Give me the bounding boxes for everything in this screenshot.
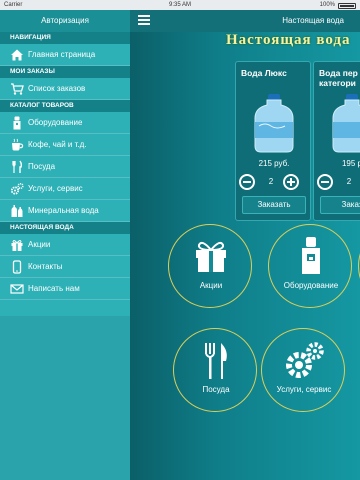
water-bottle-icon bbox=[332, 94, 360, 153]
main-panel: Настоящая вода Настоящая вода Вода Люкс … bbox=[130, 10, 360, 480]
page-title: Настоящая вода bbox=[282, 16, 344, 25]
water-cooler-icon bbox=[10, 116, 24, 130]
tile-equipment[interactable]: Оборудование bbox=[268, 224, 352, 308]
sidebar-item-label: Список заказов bbox=[28, 84, 86, 93]
battery-status: 100% bbox=[320, 0, 356, 10]
sidebar-item-label: Написать нам bbox=[28, 284, 80, 293]
tile-dishes[interactable]: Посуда bbox=[173, 328, 257, 412]
product-card[interactable]: Вода пер категори 195 р 2 Заказ bbox=[313, 61, 360, 221]
order-button[interactable]: Заказ bbox=[320, 196, 360, 214]
sidebar-item-dishes[interactable]: Посуда bbox=[0, 156, 130, 178]
product-name: Вода пер категори bbox=[319, 68, 358, 88]
tile-promos[interactable]: Акции bbox=[168, 224, 252, 308]
sidebar-item-label: Главная страница bbox=[28, 50, 96, 59]
sidebar-item-label: Контакты bbox=[28, 262, 63, 271]
order-button[interactable]: Заказать bbox=[242, 196, 306, 214]
product-name: Вода Люкс bbox=[241, 68, 287, 78]
minus-icon[interactable] bbox=[317, 174, 333, 190]
sidebar-item-services[interactable]: Услуги, сервис bbox=[0, 178, 130, 200]
product-price: 215 руб. bbox=[258, 159, 290, 168]
main-navbar: Настоящая вода bbox=[130, 10, 360, 32]
tile-label: Услуги, сервис bbox=[276, 385, 332, 394]
water-bottle-icon bbox=[254, 94, 294, 153]
sidebar-item-mineral[interactable]: Минеральная вода bbox=[0, 200, 130, 222]
gears-icon bbox=[262, 341, 346, 386]
home-icon bbox=[10, 48, 24, 62]
quantity-stepper: 2 bbox=[314, 174, 360, 192]
sidebar-item-orders[interactable]: Список заказов bbox=[0, 78, 130, 100]
sidebar-item-label: Минеральная вода bbox=[28, 206, 99, 215]
battery-percent: 100% bbox=[319, 2, 335, 8]
gift-icon bbox=[169, 237, 253, 278]
section-catalog: КАТАЛОГ ТОВАРОВ bbox=[0, 100, 130, 112]
section-company: НАСТОЯЩАЯ ВОДА bbox=[0, 222, 130, 234]
sidebar-item-label: Оборудование bbox=[28, 118, 83, 127]
sidebar-item-coffee[interactable]: Кофе, чай и т.д. bbox=[0, 134, 130, 156]
section-navigation: НАВИГАЦИЯ bbox=[0, 32, 130, 44]
sidebar: Авторизация НАВИГАЦИЯ Главная страница М… bbox=[0, 10, 130, 480]
product-card[interactable]: Вода Люкс 215 руб. 2 Заказать bbox=[235, 61, 311, 221]
tile-label: Оборудование bbox=[283, 281, 339, 290]
sidebar-item-label: Акции bbox=[28, 240, 51, 249]
sidebar-item-write[interactable]: Написать нам bbox=[0, 278, 130, 300]
phone-icon bbox=[10, 259, 24, 274]
bottles-icon bbox=[10, 204, 24, 218]
tile-label: Посуда bbox=[202, 385, 230, 394]
gift-icon bbox=[10, 238, 24, 252]
gears-icon bbox=[10, 182, 24, 196]
cart-icon bbox=[10, 82, 24, 96]
coffee-cup-icon bbox=[10, 138, 24, 152]
status-bar: Carrier 9:35 AM 100% bbox=[0, 0, 360, 10]
brand-logo: Настоящая вода bbox=[226, 32, 351, 48]
product-price: 195 р bbox=[341, 159, 360, 168]
sidebar-item-contacts[interactable]: Контакты bbox=[0, 256, 130, 278]
sidebar-item-equipment[interactable]: Оборудование bbox=[0, 112, 130, 134]
quantity-value: 2 bbox=[346, 177, 352, 186]
tile-label: Акции bbox=[199, 281, 223, 290]
sidebar-item-promos[interactable]: Акции bbox=[0, 234, 130, 256]
sidebar-item-label: Услуги, сервис bbox=[28, 184, 83, 193]
fork-knife-icon bbox=[10, 160, 24, 174]
quantity-stepper: 2 bbox=[236, 174, 312, 192]
envelope-icon bbox=[10, 282, 24, 296]
minus-icon[interactable] bbox=[239, 174, 255, 190]
sidebar-empty-area bbox=[0, 316, 130, 480]
water-cooler-icon bbox=[269, 237, 353, 280]
tile-services[interactable]: Услуги, сервис bbox=[261, 328, 345, 412]
fork-knife-icon bbox=[174, 341, 258, 386]
login-header[interactable]: Авторизация bbox=[0, 10, 130, 32]
sidebar-item-label: Посуда bbox=[28, 162, 56, 171]
status-time: 9:35 AM bbox=[168, 2, 191, 8]
plus-icon[interactable] bbox=[283, 174, 299, 190]
sidebar-item-label: Кофе, чай и т.д. bbox=[28, 140, 87, 149]
quantity-value: 2 bbox=[268, 177, 274, 186]
battery-icon bbox=[338, 3, 356, 9]
sidebar-item-home[interactable]: Главная страница bbox=[0, 44, 130, 66]
section-orders: МОИ ЗАКАЗЫ bbox=[0, 66, 130, 78]
